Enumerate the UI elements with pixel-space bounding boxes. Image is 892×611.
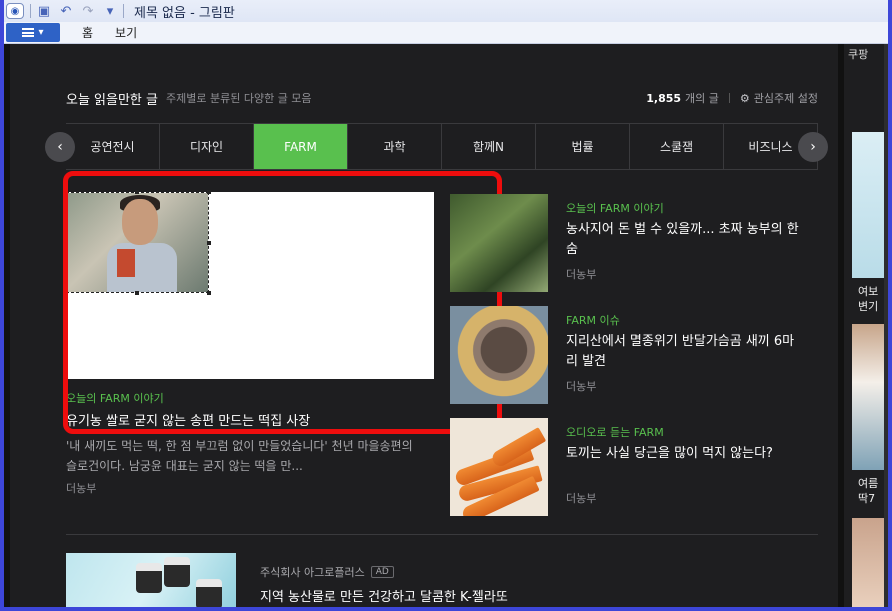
right-column-label: 쿠팡	[848, 48, 869, 61]
advertiser-name: 주식회사 아그로플러스	[260, 566, 365, 579]
quick-access-toolbar: ▣ ↶ ↷ ▾	[30, 2, 124, 20]
product-title[interactable]: 여름 딱7	[858, 476, 878, 506]
section-title: 오늘 읽을만한 글	[66, 92, 158, 108]
item-source: 더농부	[566, 380, 597, 393]
undo-icon[interactable]: ↶	[57, 2, 75, 20]
gear-icon: ⚙	[739, 91, 750, 105]
menu-lines-icon	[22, 28, 35, 37]
section-divider	[66, 534, 818, 535]
header-meta: 1,855 개의 글 ⚙ 관심주제 설정	[646, 90, 818, 106]
section-subtitle: 주제별로 분류된 다양한 글 모음	[166, 92, 312, 105]
prev-tab-button[interactable]: ‹	[45, 132, 75, 162]
ad-title[interactable]: 지역 농산물로 만든 건강하고 달콤한 K-젤라또	[260, 586, 508, 605]
tab-school[interactable]: 스쿨잼	[630, 124, 724, 169]
item-title[interactable]: 토끼는 사실 당근을 많이 먹지 않는다?	[566, 444, 806, 464]
next-tab-button[interactable]: ›	[798, 132, 828, 162]
product-title[interactable]: 여보 변기	[858, 284, 878, 314]
title-bar: ◉ ▣ ↶ ↷ ▾ 제목 없음 - 그림판	[4, 0, 888, 22]
chevron-down-icon: ▾	[38, 27, 44, 38]
ribbon-tab-home[interactable]: 홈	[82, 24, 93, 41]
file-menu-button[interactable]: ▾	[6, 23, 60, 42]
thumbnail-vegetables	[450, 194, 548, 292]
feature-description: '내 새끼도 먹는 떡, 한 점 부끄럼 없이 만들었습니다' 천년 마을송편의…	[66, 439, 413, 473]
item-category: 오늘의 FARM 이야기	[566, 202, 664, 215]
item-title[interactable]: 농사지어 돈 벌 수 있을까... 초짜 농부의 한숨	[566, 220, 806, 260]
article-count-unit: 개의 글	[685, 92, 719, 105]
toolbar-separator	[123, 4, 124, 18]
chevron-left-icon: ‹	[57, 139, 63, 155]
ad-badge: AD	[370, 566, 394, 578]
window-title: 제목 없음 - 그림판	[134, 5, 235, 21]
product-image[interactable]	[852, 132, 888, 278]
product-image[interactable]	[852, 518, 888, 607]
jar-shape	[196, 579, 222, 607]
ad-advertiser: 주식회사 아그로플러스 AD	[260, 564, 394, 580]
paint-app-icon[interactable]: ◉	[6, 3, 24, 19]
vertical-scrollbar[interactable]	[884, 44, 888, 607]
ribbon-tab-view[interactable]: 보기	[115, 24, 137, 41]
right-column: 쿠팡 여보 변기 여름 딱7	[844, 44, 888, 607]
red-highlight-box	[63, 171, 502, 434]
paint-window: ◉ ▣ ↶ ↷ ▾ 제목 없음 - 그림판 ▾ 홈 보기 오늘 읽을만한 글 주…	[0, 0, 892, 611]
jar-shape	[136, 563, 162, 593]
tab-farm[interactable]: FARM	[254, 124, 348, 169]
ad-thumbnail[interactable]	[66, 553, 236, 607]
tab-together[interactable]: 함께N	[442, 124, 536, 169]
item-source: 더농부	[566, 492, 597, 505]
list-item[interactable]: 오디오로 듣는 FARM 토끼는 사실 당근을 많이 먹지 않는다? 더농부	[450, 418, 820, 516]
product-image[interactable]	[852, 324, 888, 470]
save-icon[interactable]: ▣	[35, 2, 53, 20]
feature-source: 더농부	[66, 482, 97, 495]
item-title[interactable]: 지리산에서 멸종위기 반달가슴곰 새끼 6마리 발견	[566, 332, 806, 372]
item-category: 오디오로 듣는 FARM	[566, 426, 664, 439]
item-source: 더농부	[566, 268, 597, 281]
tab-design[interactable]: 디자인	[160, 124, 254, 169]
list-item[interactable]: FARM 이슈 지리산에서 멸종위기 반달가슴곰 새끼 6마리 발견 더농부	[450, 306, 820, 404]
thumbnail-bear-cub	[450, 306, 548, 404]
interest-settings-link[interactable]: 관심주제 설정	[754, 90, 818, 106]
header-divider	[728, 93, 730, 103]
item-category: FARM 이슈	[566, 314, 620, 327]
jar-shape	[164, 557, 190, 587]
section-header: 오늘 읽을만한 글 주제별로 분류된 다양한 글 모음 1,855 개의 글 ⚙…	[66, 88, 818, 108]
toolbar-separator	[30, 4, 31, 18]
tab-science[interactable]: 과학	[348, 124, 442, 169]
tab-performance[interactable]: 공연전시	[66, 124, 160, 169]
canvas-area[interactable]: 오늘 읽을만한 글 주제별로 분류된 다양한 글 모음 1,855 개의 글 ⚙…	[4, 44, 888, 607]
ribbon-tabs: ▾ 홈 보기	[4, 22, 888, 44]
redo-icon[interactable]: ↷	[79, 2, 97, 20]
customize-toolbar-icon[interactable]: ▾	[101, 2, 119, 20]
category-tabs: 공연전시 디자인 FARM 과학 함께N 법률 스쿨잼 비즈니스	[66, 123, 818, 170]
chevron-right-icon: ›	[810, 139, 816, 155]
tab-law[interactable]: 법률	[536, 124, 630, 169]
thumbnail-carrots	[450, 418, 548, 516]
article-count: 1,855	[646, 91, 682, 105]
screenshot-content: 오늘 읽을만한 글 주제별로 분류된 다양한 글 모음 1,855 개의 글 ⚙…	[10, 44, 838, 607]
list-item[interactable]: 오늘의 FARM 이야기 농사지어 돈 벌 수 있을까... 초짜 농부의 한숨…	[450, 194, 820, 292]
